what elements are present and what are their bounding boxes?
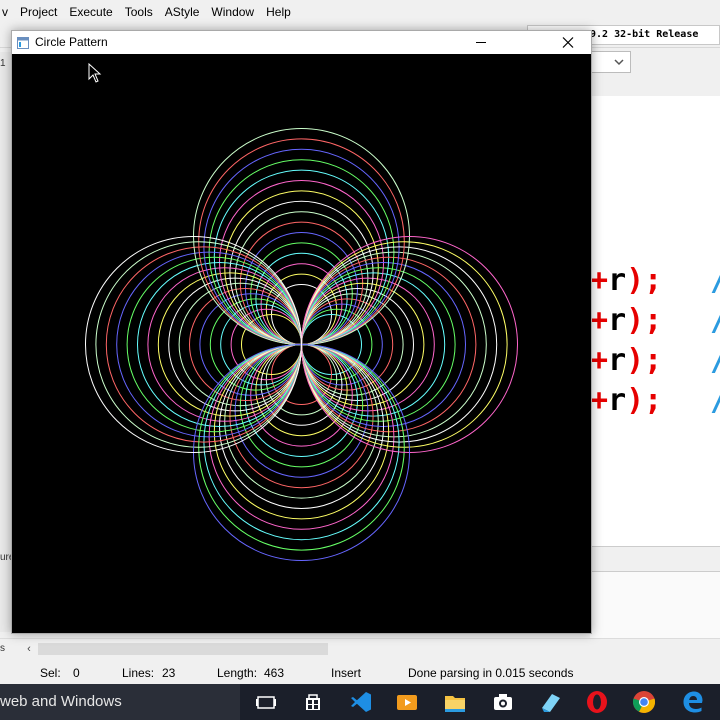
menu-execute[interactable]: Execute [63, 5, 118, 19]
ide-statusbar: Sel: 0 Lines: 23 Length: 463 Insert Done… [0, 662, 720, 684]
status-lines-label: Lines: [122, 666, 155, 680]
code-token: r [608, 263, 627, 298]
window-titlebar[interactable]: Circle Pattern [12, 31, 591, 54]
graphics-canvas [12, 54, 591, 633]
code-comment: / [710, 384, 720, 418]
panel-clipped-label: 1 [0, 58, 6, 69]
file-explorer-icon[interactable] [441, 688, 469, 716]
compiler-output-panel [590, 572, 720, 638]
chevron-down-icon [614, 59, 624, 66]
code-line: +r); / [590, 383, 720, 418]
status-message: Done parsing in 0.015 seconds [408, 666, 574, 680]
status-sel-value: 0 [73, 666, 80, 680]
code-token: + [590, 303, 609, 338]
ide-menubar: v Project Execute Tools AStyle Window He… [0, 0, 720, 24]
close-icon[interactable] [548, 31, 588, 54]
menu-astyle[interactable]: AStyle [159, 5, 206, 19]
code-comment: / [710, 264, 720, 298]
code-comment: / [710, 304, 720, 338]
horizontal-scrollbar[interactable]: s ‹ [0, 638, 720, 660]
scrollbar-thumb[interactable] [38, 643, 328, 655]
code-line: +r); / [590, 303, 720, 338]
desktop: v Project Execute Tools AStyle Window He… [0, 0, 720, 720]
app-window-icon [17, 37, 29, 49]
code-token: r [608, 383, 627, 418]
store-icon[interactable] [299, 688, 327, 716]
status-mode: Insert [331, 666, 362, 680]
code-token: + [590, 343, 609, 378]
panel-divider[interactable] [590, 546, 720, 572]
code-line: +r); / [590, 343, 720, 378]
panel-clipped-label: s [0, 643, 5, 654]
menu-tools[interactable]: Tools [119, 5, 159, 19]
status-lines-value: 23 [162, 666, 176, 680]
code-comment: / [710, 344, 720, 378]
camera-icon[interactable] [489, 688, 517, 716]
paint-icon[interactable] [536, 688, 564, 716]
circle-pattern-window[interactable]: Circle Pattern [11, 30, 592, 634]
mouse-cursor-icon [88, 63, 102, 83]
minimize-icon[interactable] [462, 31, 500, 54]
code-token: + [590, 263, 609, 298]
task-view-icon[interactable] [252, 688, 280, 716]
code-token: ); [626, 343, 663, 378]
window-title: Circle Pattern [35, 35, 108, 49]
menu-window[interactable]: Window [205, 5, 260, 19]
menu-help[interactable]: Help [260, 5, 297, 19]
windows-taskbar: web and Windows [0, 684, 720, 720]
chrome-icon[interactable] [630, 688, 658, 716]
code-token: ); [626, 383, 663, 418]
taskbar-search-box[interactable]: web and Windows [0, 684, 240, 720]
code-line: +r); / [590, 263, 720, 298]
code-token: r [608, 303, 627, 338]
opera-icon[interactable] [583, 688, 611, 716]
edge-icon[interactable] [678, 688, 706, 716]
code-token: ); [626, 263, 663, 298]
code-editor[interactable]: +r); / +r); / +r); / +r); / [590, 96, 720, 546]
menu-project[interactable]: Project [14, 5, 63, 19]
scroll-left-arrow-icon[interactable]: ‹ [22, 641, 36, 657]
status-length-label: Length: [217, 666, 258, 680]
code-token: r [608, 343, 627, 378]
code-token: ); [626, 303, 663, 338]
status-length-value: 463 [264, 666, 285, 680]
menu-view[interactable]: v [0, 5, 14, 19]
visual-studio-code-icon[interactable] [347, 688, 375, 716]
code-token: + [590, 383, 609, 418]
media-player-icon[interactable] [393, 688, 421, 716]
status-sel-label: Sel: [40, 666, 61, 680]
